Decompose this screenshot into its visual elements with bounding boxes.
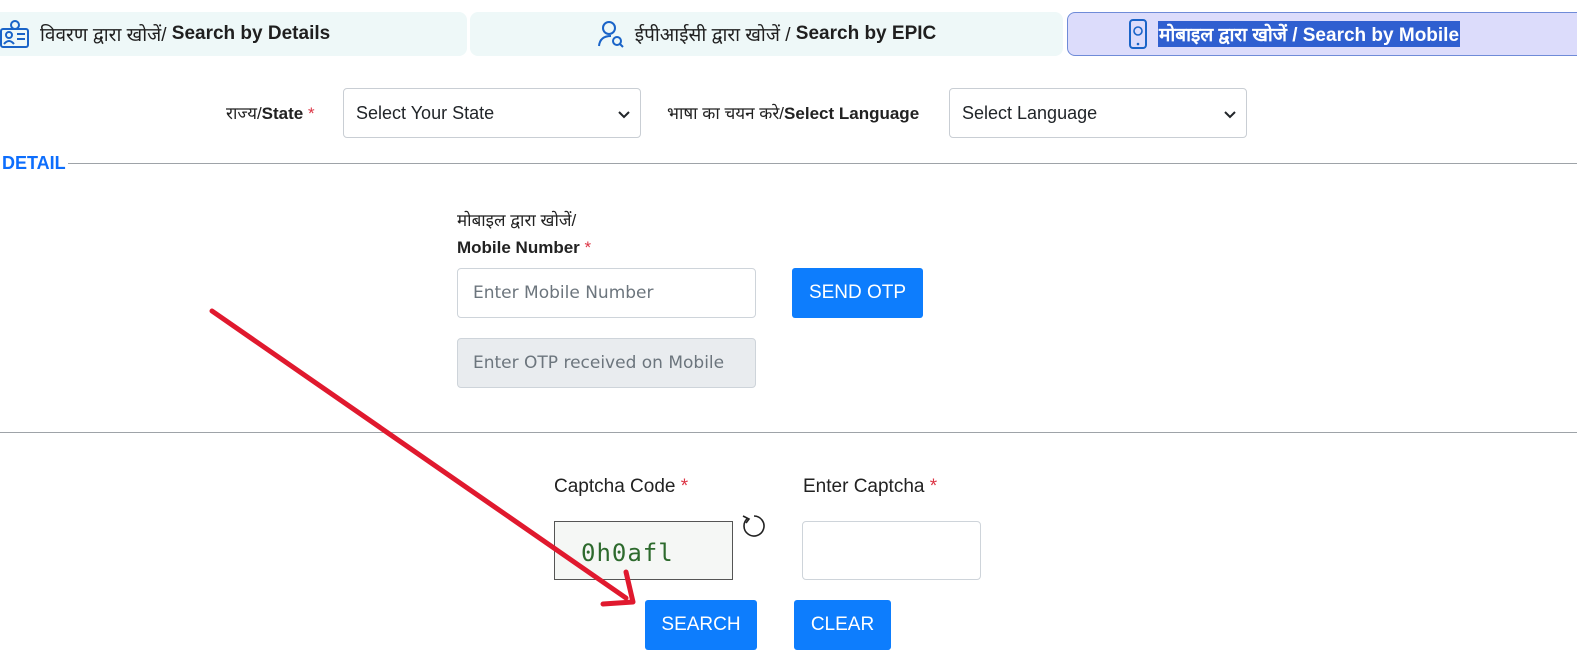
captcha-code-label: Captcha Code * bbox=[554, 476, 689, 497]
tab-search-by-epic[interactable]: ईपीआईसी द्वारा खोजें / Search by EPIC bbox=[470, 12, 1063, 56]
mobile-number-label: मोबाइल द्वारा खोजें/ Mobile Number * bbox=[457, 211, 592, 257]
tab-mobile-label: मोबाइल द्वारा खोजें / Search by Mobile bbox=[1158, 21, 1461, 47]
otp-input[interactable] bbox=[457, 338, 756, 388]
fieldset-bottom-border bbox=[0, 432, 1577, 433]
tab-search-by-details[interactable]: विवरण द्वारा खोजें/ Search by Details bbox=[0, 12, 467, 56]
captcha-image: 0h0afl bbox=[554, 521, 733, 580]
language-select[interactable]: Select Language bbox=[949, 88, 1247, 138]
send-otp-button[interactable]: SEND OTP bbox=[792, 268, 923, 318]
captcha-input[interactable] bbox=[802, 521, 981, 580]
chevron-down-icon bbox=[1224, 103, 1236, 124]
user-search-icon bbox=[597, 20, 625, 48]
state-label: राज्य/State * bbox=[226, 104, 315, 123]
mobile-phone-icon bbox=[1128, 19, 1148, 49]
captcha-code-text: 0h0afl bbox=[581, 539, 674, 567]
state-select[interactable]: Select Your State bbox=[343, 88, 641, 138]
clear-button[interactable]: CLEAR bbox=[794, 600, 891, 650]
tab-details-label-english: Search by Details bbox=[171, 23, 331, 44]
required-marker: * bbox=[307, 104, 315, 123]
enter-captcha-label: Enter Captcha * bbox=[803, 476, 938, 497]
state-select-value: Select Your State bbox=[356, 102, 495, 123]
mobile-number-input[interactable] bbox=[457, 268, 756, 318]
tab-search-by-mobile[interactable]: मोबाइल द्वारा खोजें / Search by Mobile bbox=[1067, 12, 1577, 56]
tab-details-label-hindi: विवरण द्वारा खोजें/ bbox=[40, 25, 167, 46]
refresh-captcha-icon[interactable] bbox=[740, 512, 768, 545]
tab-epic-label-english: Search by EPIC bbox=[795, 23, 937, 44]
fieldset-top-border bbox=[68, 163, 1577, 164]
chevron-down-icon bbox=[618, 103, 630, 124]
tab-epic-label-hindi: ईपीआईसी द्वारा खोजें / bbox=[634, 25, 791, 46]
annotation-arrow bbox=[209, 308, 636, 607]
language-select-value: Select Language bbox=[962, 102, 1098, 123]
id-card-icon bbox=[0, 20, 30, 48]
search-button[interactable]: SEARCH bbox=[645, 600, 757, 650]
language-label: भाषा का चयन करे/Select Language bbox=[667, 104, 920, 123]
detail-legend: DETAIL bbox=[2, 153, 66, 173]
